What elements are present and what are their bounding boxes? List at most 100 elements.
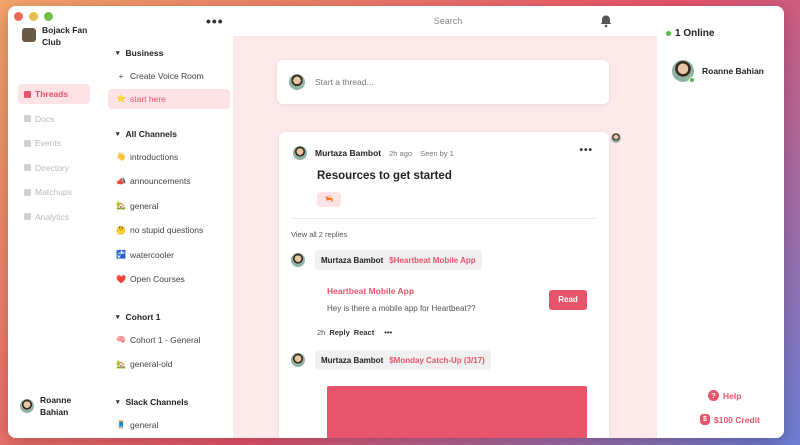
channel-label: general bbox=[130, 419, 159, 430]
channel-label: no stupid questions bbox=[130, 225, 204, 236]
rail-nav: Threads Docs Events Directory Matchups A… bbox=[18, 84, 90, 231]
embed-title[interactable]: Heartbeat Mobile App bbox=[327, 286, 414, 296]
seen-by[interactable]: Seen by 1 bbox=[420, 149, 454, 158]
rail-item-analytics[interactable]: Analytics bbox=[18, 207, 90, 227]
rail-item-directory[interactable]: Directory bbox=[18, 158, 90, 178]
avatar bbox=[291, 353, 305, 367]
avatar bbox=[291, 253, 305, 267]
chevron-down-icon: ▾ bbox=[116, 398, 120, 406]
close-window-button[interactable] bbox=[14, 12, 23, 21]
channel-general-old[interactable]: 🏡 general-old bbox=[100, 352, 233, 377]
post-author[interactable]: Murtaza Bambot bbox=[315, 148, 381, 158]
help-button[interactable]: ? Help bbox=[708, 390, 741, 401]
workspace-logo bbox=[22, 28, 36, 42]
channel-label: Create Voice Room bbox=[130, 71, 204, 82]
house-icon: 🏡 bbox=[116, 201, 126, 211]
react-button[interactable]: React bbox=[354, 328, 374, 337]
help-label: Help bbox=[723, 390, 742, 401]
left-rail: Bojack Fan Club Threads Docs Events Dire… bbox=[8, 22, 100, 438]
channel-announcements[interactable]: 📣 announcements bbox=[100, 169, 233, 194]
channel-no-stupid-questions[interactable]: 🤔 no stupid questions bbox=[100, 218, 233, 243]
search-input[interactable]: Search bbox=[278, 12, 618, 30]
channel-label: announcements bbox=[130, 176, 191, 187]
channel-label: general bbox=[130, 200, 159, 211]
avatar bbox=[20, 399, 34, 413]
workspace-name: Bojack Fan Club bbox=[42, 25, 88, 47]
channel-label: start here bbox=[130, 93, 166, 104]
current-user[interactable]: Roanne Bahian bbox=[20, 394, 80, 418]
section-header-business[interactable]: ▾ Business bbox=[100, 42, 233, 64]
thread-feed: Start a thread... Murtaza Bambot 2h ago … bbox=[233, 36, 657, 438]
section-header-slack-channels[interactable]: ▾ Slack Channels bbox=[100, 391, 233, 413]
rail-item-label: Docs bbox=[35, 113, 55, 124]
attachment-image[interactable] bbox=[327, 386, 587, 438]
heart-icon: ❤️ bbox=[116, 274, 126, 284]
workspace-header[interactable]: Bojack Fan Club bbox=[22, 24, 98, 48]
money-bag-icon: $ bbox=[700, 414, 710, 425]
more-options-icon[interactable]: ••• bbox=[206, 14, 224, 28]
reply-mention-link[interactable]: $Monday Catch-Up (3/17) bbox=[389, 356, 485, 365]
plus-icon: + bbox=[118, 71, 124, 81]
rail-item-events[interactable]: Events bbox=[18, 133, 90, 153]
rail-item-matchups[interactable]: Matchups bbox=[18, 182, 90, 202]
reply-author: Murtaza Bambot bbox=[321, 355, 384, 365]
threads-icon bbox=[24, 90, 31, 98]
thread-composer[interactable]: Start a thread... bbox=[277, 60, 609, 104]
reply-header: Murtaza Bambot $Monday Catch-Up (3/17) bbox=[291, 350, 491, 370]
reaction-badge[interactable]: 🦐 bbox=[317, 192, 341, 207]
section-header-all-channels[interactable]: ▾ All Channels bbox=[100, 123, 233, 145]
create-voice-room-button[interactable]: + Create Voice Room bbox=[100, 64, 233, 89]
credit-button[interactable]: $ $100 Credit bbox=[700, 414, 760, 425]
reply-actions: 2h Reply React ••• bbox=[317, 328, 392, 337]
channel-general[interactable]: 🏡 general bbox=[100, 194, 233, 219]
channel-label: Cohort 1 - General bbox=[130, 334, 201, 345]
reply-pill[interactable]: Murtaza Bambot $Monday Catch-Up (3/17) bbox=[315, 350, 491, 370]
reply-button[interactable]: Reply bbox=[329, 328, 349, 337]
house-icon: 🏡 bbox=[116, 359, 126, 369]
maximize-window-button[interactable] bbox=[44, 12, 53, 21]
post-header: Murtaza Bambot 2h ago Seen by 1 bbox=[293, 146, 454, 160]
wave-icon: 👋 bbox=[116, 152, 126, 162]
online-member[interactable]: Roanne Bahian bbox=[672, 60, 764, 83]
reply-pill[interactable]: Murtaza Bambot $Heartbeat Mobile App bbox=[315, 250, 482, 270]
chevron-down-icon: ▾ bbox=[116, 50, 120, 57]
channel-slack-general[interactable]: 🧵 general bbox=[100, 413, 233, 438]
reply-more-options-icon[interactable]: ••• bbox=[384, 328, 392, 337]
embed-description: Hey is there a mobile app for Heartbeat?… bbox=[327, 304, 476, 313]
calendar-icon bbox=[24, 139, 31, 147]
app-window: ••• Search Bojack Fan Club Threads Docs … bbox=[8, 6, 784, 438]
read-button[interactable]: Read bbox=[549, 290, 587, 310]
chevron-down-icon: ▾ bbox=[116, 313, 120, 321]
online-count: 1 Online bbox=[666, 28, 714, 39]
megaphone-icon: 📣 bbox=[116, 176, 126, 186]
section-title: All Channels bbox=[125, 128, 177, 139]
channel-list: ▾ Business + Create Voice Room ⭐ start h… bbox=[100, 36, 233, 438]
thread-card[interactable]: Murtaza Bambot 2h ago Seen by 1 ••• Reso… bbox=[279, 132, 609, 438]
channel-cohort-1-general[interactable]: 🧠 Cohort 1 - General bbox=[100, 328, 233, 353]
minimize-window-button[interactable] bbox=[29, 12, 38, 21]
post-time: 2h ago bbox=[389, 148, 413, 158]
reply-mention-link[interactable]: $Heartbeat Mobile App bbox=[389, 256, 475, 265]
chevron-down-icon: ▾ bbox=[116, 130, 120, 138]
post-more-options-icon[interactable]: ••• bbox=[579, 146, 593, 156]
channel-start-here[interactable]: ⭐ start here bbox=[108, 88, 230, 109]
analytics-icon bbox=[24, 213, 31, 220]
window-controls bbox=[14, 12, 53, 21]
avatar bbox=[293, 146, 307, 160]
section-header-cohort-1[interactable]: ▾ Cohort 1 bbox=[100, 306, 233, 328]
view-all-replies-link[interactable]: View all 2 replies bbox=[291, 230, 347, 239]
section-title: Slack Channels bbox=[125, 396, 189, 407]
star-icon: ⭐ bbox=[116, 94, 126, 103]
member-avatar-wrap bbox=[672, 60, 695, 83]
channel-open-courses[interactable]: ❤️ Open Courses bbox=[100, 267, 233, 292]
rail-item-threads[interactable]: Threads bbox=[18, 84, 90, 104]
channel-watercooler[interactable]: 🚰 watercooler bbox=[100, 243, 233, 268]
channel-label: Open Courses bbox=[130, 274, 185, 285]
directory-icon bbox=[24, 164, 31, 171]
rail-item-label: Threads bbox=[35, 89, 69, 99]
channel-label: general-old bbox=[130, 359, 173, 370]
notifications-bell-icon[interactable] bbox=[599, 14, 613, 28]
rail-item-docs[interactable]: Docs bbox=[18, 109, 90, 129]
channel-introductions[interactable]: 👋 introductions bbox=[100, 145, 233, 170]
reply-header: Murtaza Bambot $Heartbeat Mobile App bbox=[291, 250, 482, 270]
